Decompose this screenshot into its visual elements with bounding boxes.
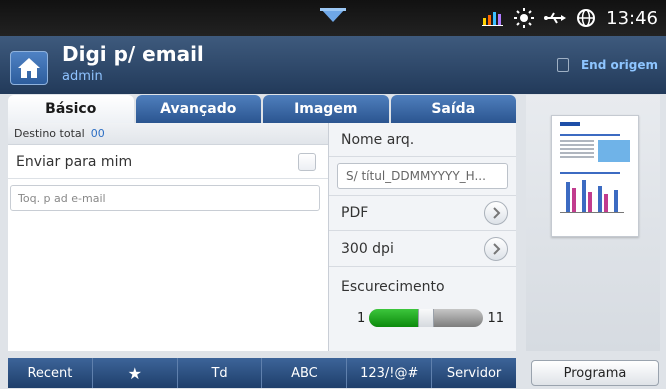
tab-basico[interactable]: Básico [8,95,134,123]
darkness-slider[interactable] [369,309,484,327]
filename-label: Nome arq. [341,131,415,148]
page-title: Digi p/ email [62,42,204,66]
program-button[interactable]: Programa [531,360,659,386]
usb-icon [544,12,567,24]
all-button[interactable]: Td [178,358,263,388]
end-origem-button[interactable]: End origem [581,58,658,72]
globe-icon [577,9,596,27]
clock: 13:46 [606,7,658,29]
abc-button[interactable]: ABC [262,358,348,388]
recipient-panel: Destino total 00 Enviar para mim Toq. p … [8,123,329,351]
email-input[interactable]: Toq. p ad e-mail [10,185,320,211]
send-to-me-label: Enviar para mim [16,153,133,170]
tab-imagem[interactable]: Imagem [263,95,389,123]
preview-thumbnail-image [560,122,630,213]
chevron-right-icon [493,242,501,255]
format-row[interactable]: PDF [329,195,516,231]
bottom-toolbar: Recent ★ Td ABC 123/!@# Servidor [8,358,516,388]
filename-row: Nome arq. [329,123,516,157]
resolution-value: 300 dpi [341,240,394,257]
destination-total-row: Destino total 00 [8,123,328,145]
recent-button[interactable]: Recent [8,358,93,388]
user-name: admin [62,69,103,84]
tab-saida[interactable]: Saída [390,95,516,123]
darkness-section: Escurecimento 1 11 [329,267,516,327]
resolution-next-button[interactable] [484,236,508,261]
darkness-max: 11 [487,310,504,326]
server-button[interactable]: Servidor [432,358,516,388]
tab-bar: Básico Avançado Imagem Saída [8,95,516,123]
darkness-min: 1 [357,310,366,326]
darkness-slider-thumb[interactable] [418,309,435,327]
header: Digi p/ email admin End origem [0,36,666,94]
send-to-me-row[interactable]: Enviar para mim [8,145,328,179]
destination-total-count: 00 [90,127,105,140]
settings-panel: Nome arq. S/ títul_DDMMYYYY_H... PDF 300… [329,123,516,351]
format-value: PDF [341,205,369,221]
document-icon[interactable] [557,58,569,72]
darkness-slider-row: 1 11 [341,309,504,327]
brightness-icon [514,8,535,28]
darkness-label: Escurecimento [341,279,445,295]
signal-bars-icon [482,12,504,26]
home-button[interactable] [10,51,48,85]
resolution-row[interactable]: 300 dpi [329,231,516,267]
document-preview[interactable] [551,115,639,237]
send-to-me-checkbox[interactable] [298,152,316,171]
numbers-button[interactable]: 123/!@# [347,358,433,388]
filename-input[interactable]: S/ títul_DDMMYYYY_H... [337,163,508,189]
pull-down-icon[interactable] [318,6,348,26]
status-bar: 13:46 [0,0,666,36]
chevron-right-icon [493,207,501,219]
destination-total-label: Destino total [14,127,85,140]
home-icon [18,58,40,78]
preview-column [526,95,660,351]
favorites-star-button[interactable]: ★ [93,358,178,388]
format-next-button[interactable] [484,201,508,225]
tab-avancado[interactable]: Avançado [135,95,261,123]
